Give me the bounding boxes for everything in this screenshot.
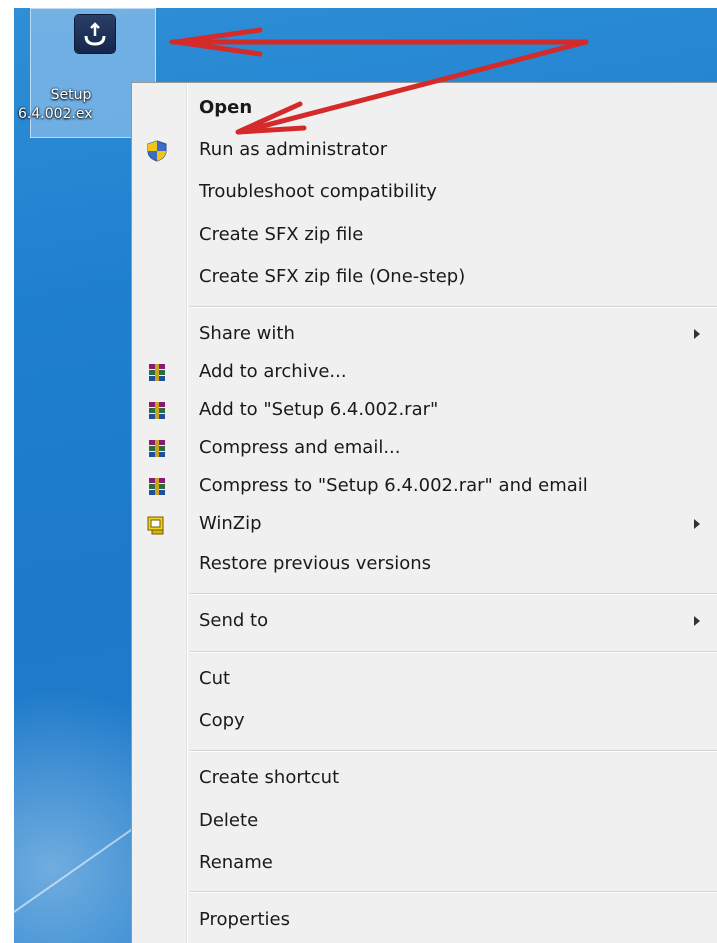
menu-item-label: Create SFX zip file: [199, 224, 364, 245]
menu-item-troubleshoot-compatibility[interactable]: Troubleshoot compatibility: [132, 175, 717, 211]
menu-separator: [190, 750, 717, 752]
menu-item-create-sfx-zip[interactable]: Create SFX zip file: [132, 218, 717, 254]
uac-shield-icon: [146, 140, 168, 162]
setup-installer-icon: [75, 15, 115, 53]
menu-separator: [190, 651, 717, 653]
menu-item-restore-previous-versions[interactable]: Restore previous versions: [132, 547, 717, 583]
menu-separator: [190, 306, 717, 308]
menu-item-label: Open: [199, 97, 253, 118]
menu-item-create-sfx-zip-one-step[interactable]: Create SFX zip file (One-step): [132, 260, 717, 296]
menu-item-copy[interactable]: Copy: [132, 704, 717, 740]
menu-item-label: Properties: [199, 909, 290, 930]
winrar-icon: [146, 362, 168, 384]
menu-item-cut[interactable]: Cut: [132, 662, 717, 698]
menu-item-label: Troubleshoot compatibility: [199, 181, 437, 202]
menu-item-label: Run as administrator: [199, 139, 388, 160]
menu-separator: [190, 593, 717, 595]
menu-item-label: Share with: [199, 323, 295, 344]
menu-item-compress-to-rar-and-email[interactable]: Compress to "Setup 6.4.002.rar" and emai…: [132, 469, 717, 505]
menu-item-label: Send to: [199, 610, 269, 631]
submenu-arrow-icon: [694, 329, 700, 339]
winzip-icon: [146, 514, 168, 536]
menu-item-properties[interactable]: Properties: [132, 903, 717, 939]
menu-item-open[interactable]: Open: [132, 91, 717, 127]
menu-item-label: WinZip: [199, 513, 262, 534]
submenu-arrow-icon: [694, 616, 700, 626]
file-label-line2: 6.4.002.ex: [18, 106, 93, 122]
menu-item-create-shortcut[interactable]: Create shortcut: [132, 761, 717, 797]
menu-item-rename[interactable]: Rename: [132, 846, 717, 882]
menu-item-label: Compress and email...: [199, 437, 401, 458]
winrar-icon: [146, 476, 168, 498]
menu-item-send-to[interactable]: Send to: [132, 604, 717, 640]
menu-item-share-with[interactable]: Share with: [132, 317, 717, 353]
menu-item-label: Cut: [199, 668, 231, 689]
menu-item-label: Rename: [199, 852, 273, 873]
menu-item-label: Delete: [199, 810, 259, 831]
menu-item-winzip[interactable]: WinZip: [132, 507, 717, 543]
menu-item-delete[interactable]: Delete: [132, 804, 717, 840]
menu-item-label: Compress to "Setup 6.4.002.rar" and emai…: [199, 475, 588, 496]
submenu-arrow-icon: [694, 519, 700, 529]
menu-item-label: Add to archive...: [199, 361, 347, 382]
context-menu: Open Run as administrator Troubleshoot c…: [131, 82, 717, 943]
menu-item-label: Copy: [199, 710, 245, 731]
menu-item-add-to-setup-rar[interactable]: Add to "Setup 6.4.002.rar": [132, 393, 717, 429]
menu-item-compress-and-email[interactable]: Compress and email...: [132, 431, 717, 467]
menu-item-label: Create SFX zip file (One-step): [199, 266, 466, 287]
menu-item-label: Create shortcut: [199, 767, 340, 788]
file-label-line1: Setup: [50, 87, 92, 103]
menu-item-run-as-administrator[interactable]: Run as administrator: [132, 133, 717, 169]
menu-item-add-to-archive[interactable]: Add to archive...: [132, 355, 717, 391]
menu-item-label: Add to "Setup 6.4.002.rar": [199, 399, 439, 420]
winrar-icon: [146, 438, 168, 460]
desktop-file-label: Setup 6.4.002.ex: [6, 86, 136, 124]
menu-item-label: Restore previous versions: [199, 553, 432, 574]
menu-separator: [190, 891, 717, 893]
winrar-icon: [146, 400, 168, 422]
